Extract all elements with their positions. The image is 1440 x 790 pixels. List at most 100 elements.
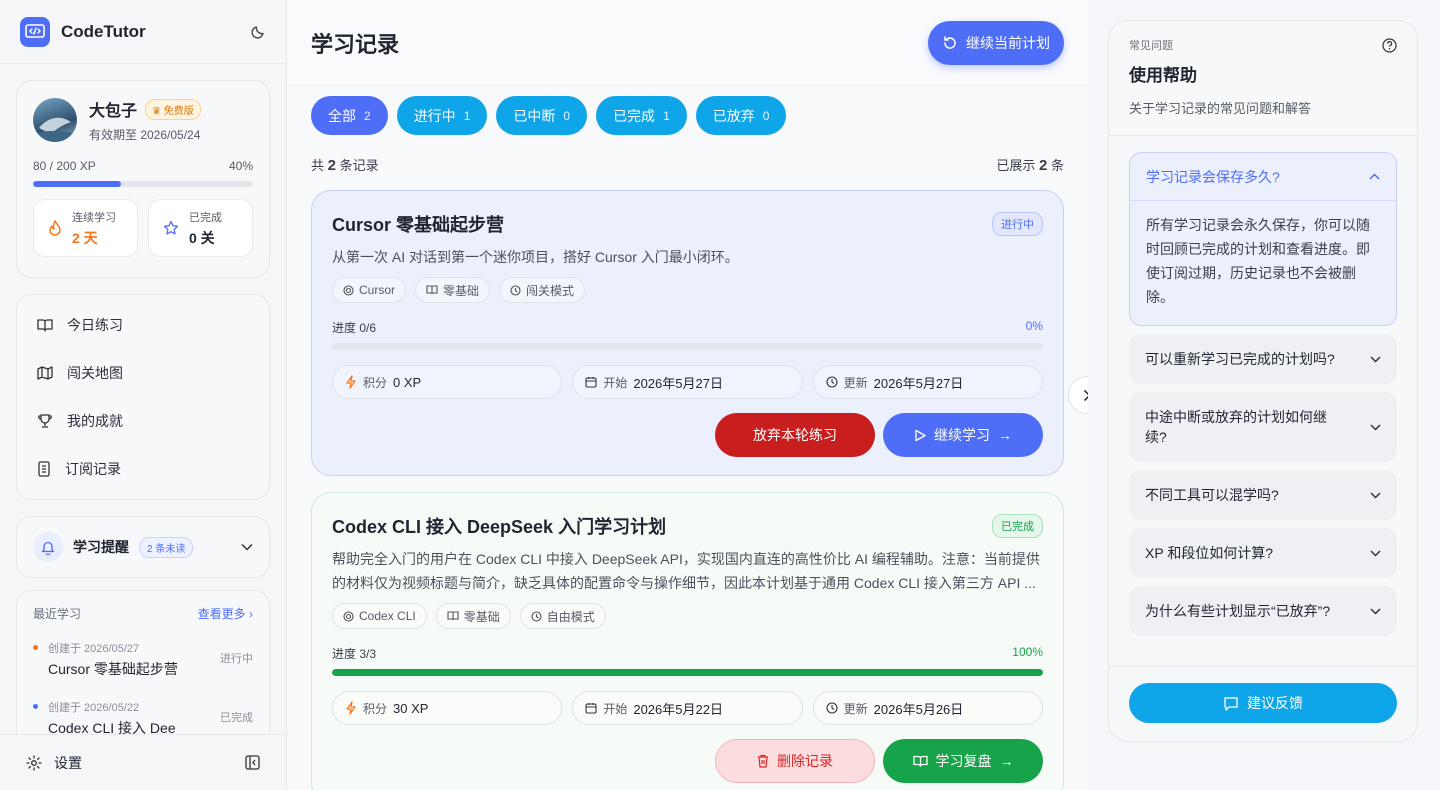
- filter-count: 1: [463, 108, 471, 123]
- help-subtitle: 常见问题: [1129, 40, 1173, 52]
- faq-item[interactable]: 可以重新学习已完成的计划吗?: [1129, 334, 1397, 384]
- continue-learning-label: 继续学习: [934, 427, 990, 443]
- lightning-icon: [345, 375, 357, 389]
- sidebar-nav: 今日练习 闯关地图 我的成就 订阅记录: [16, 294, 270, 500]
- plan-description: 帮助完全入门的用户在 Codex CLI 中接入 DeepSeek API，实现…: [332, 551, 1040, 591]
- help-panel-wrapper: 常见问题 使用帮助 关于学习记录的常见问题和解答 学习记录会保存多久? 所有学习…: [1088, 0, 1440, 790]
- review-button[interactable]: 学习复盘 →: [883, 739, 1043, 783]
- filter-label: 已中断: [513, 107, 556, 124]
- meta-value: 2026年5月22日: [633, 701, 723, 717]
- filter-completed[interactable]: 已完成 1: [596, 96, 687, 135]
- profile-card: 大包子 ♛ 免费版 有效期至 2026/05/24 80 / 200 XP 40…: [16, 80, 270, 278]
- recent-item-title: Cursor 零基础起步营: [48, 661, 178, 677]
- reminder-toggle[interactable]: 学习提醒 2 条未读: [16, 516, 270, 578]
- abandon-label: 放弃本轮练习: [753, 427, 837, 443]
- meta-label: 积分: [363, 375, 388, 390]
- theme-toggle-moon-icon[interactable]: [250, 24, 266, 40]
- plan-title: Codex CLI 接入 DeepSeek 入门学习计划: [332, 517, 667, 537]
- status-dot: [33, 704, 38, 709]
- reminder-label: 学习提醒: [73, 539, 129, 555]
- avatar[interactable]: [33, 98, 77, 142]
- continue-learning-button[interactable]: 继续学习 →: [883, 413, 1043, 457]
- stat-completed: 已完成 0 关: [148, 199, 253, 257]
- filter-count: 0: [762, 108, 770, 123]
- shown-num: 2: [1039, 157, 1048, 174]
- chevron-down-icon: [1370, 423, 1381, 431]
- delete-record-button[interactable]: 删除记录: [715, 739, 875, 783]
- filter-label: 已完成: [613, 107, 656, 124]
- filter-interrupted[interactable]: 已中断 0: [496, 96, 588, 135]
- faq-item[interactable]: 为什么有些计划显示“已放弃”?: [1129, 586, 1397, 636]
- chevron-down-icon: [1370, 607, 1381, 615]
- stat-streak-label: 连续学习: [72, 211, 116, 224]
- sidebar-item-achievements[interactable]: 我的成就: [17, 397, 269, 445]
- target-icon: [343, 610, 354, 622]
- help-panel: 常见问题 使用帮助 关于学习记录的常见问题和解答 学习记录会保存多久? 所有学习…: [1108, 20, 1418, 742]
- xp-percent: 40%: [228, 159, 253, 173]
- filter-count: 0: [563, 108, 571, 123]
- faq-item[interactable]: XP 和段位如何计算?: [1129, 528, 1397, 578]
- meta-value: 2026年5月27日: [873, 375, 964, 391]
- filter-label: 进行中: [413, 107, 456, 124]
- collapse-sidebar-icon[interactable]: [245, 755, 260, 770]
- lightning-icon: [345, 701, 357, 715]
- sidebar-item-today[interactable]: 今日练习: [17, 301, 269, 349]
- view-more-link[interactable]: 查看更多 ›: [198, 605, 253, 622]
- total-pre: 共: [311, 158, 325, 173]
- xp-progress-fill: [33, 181, 121, 187]
- plan-tag: Cursor: [332, 277, 407, 303]
- meta-update: 更新 2026年5月27日: [812, 365, 1043, 399]
- expire-date: 有效期至 2026/05/24: [89, 128, 201, 142]
- book-icon: [447, 611, 459, 621]
- book-open-icon: [912, 755, 928, 768]
- sidebar-item-map[interactable]: 闯关地图: [17, 349, 269, 397]
- meta-value: 30 XP: [393, 700, 429, 716]
- sidebar-item-label: 今日练习: [67, 317, 123, 333]
- plan-tag: 自由模式: [519, 603, 606, 629]
- faq-item[interactable]: 不同工具可以混学吗?: [1129, 470, 1397, 520]
- faq-item-open[interactable]: 学习记录会保存多久? 所有学习记录会永久保存，你可以随时回顾已完成的计划和查看进…: [1129, 152, 1397, 326]
- settings-link[interactable]: 设置: [54, 753, 82, 773]
- expand-panel-button[interactable]: [1068, 376, 1088, 414]
- sidebar: CodeTutor 大包子 ♛ 免费版 有效期至 2026/05/24 80 /…: [0, 0, 287, 790]
- filter-all[interactable]: 全部 2: [311, 96, 388, 135]
- feedback-button[interactable]: 建议反馈: [1129, 683, 1397, 723]
- recent-item[interactable]: 创建于 2026/05/27 Cursor 零基础起步营 进行中: [33, 640, 253, 679]
- meta-value: 0 XP: [393, 374, 422, 390]
- meta-start: 开始 2026年5月27日: [572, 365, 803, 399]
- status-badge: 已完成: [992, 514, 1043, 538]
- continue-plan-button[interactable]: 继续当前计划: [928, 20, 1064, 65]
- plan-tag-label: 闯关模式: [526, 283, 575, 298]
- view-more-label: 查看更多: [197, 607, 246, 621]
- status-dot: [33, 645, 38, 650]
- star-icon: [163, 220, 179, 236]
- plan-tag: 闯关模式: [499, 277, 586, 303]
- stat-completed-label: 已完成: [189, 211, 222, 224]
- faq-question: 中途中断或放弃的计划如何继续?: [1145, 409, 1327, 445]
- help-title: 使用帮助: [1129, 66, 1197, 85]
- abandon-button[interactable]: 放弃本轮练习: [715, 413, 875, 457]
- meta-label: 更新: [843, 701, 868, 716]
- filter-count: 2: [364, 108, 371, 123]
- recent-learning: 最近学习 查看更多 › 创建于 2026/05/27 Cursor 零基础起步营 …: [16, 590, 270, 750]
- recent-item[interactable]: 创建于 2026/05/22 Codex CLI 接入 Dee 已完成: [33, 699, 253, 738]
- book-icon: [37, 318, 53, 332]
- filter-abandoned[interactable]: 已放弃 0: [695, 96, 787, 135]
- question-circle-icon[interactable]: [1382, 38, 1397, 53]
- status-filters: 全部 2 进行中 1 已中断 0 已完成 1 已放弃 0: [287, 86, 1088, 135]
- plan-tag-label: 零基础: [463, 609, 500, 624]
- meta-value: 2026年5月27日: [633, 375, 723, 391]
- sidebar-item-subscription[interactable]: 订阅记录: [17, 445, 269, 493]
- faq-item[interactable]: 中途中断或放弃的计划如何继续?: [1129, 392, 1397, 462]
- meta-update: 更新 2026年5月26日: [812, 691, 1043, 725]
- plan-card[interactable]: Codex CLI 接入 DeepSeek 入门学习计划 已完成 帮助完全入门的…: [311, 492, 1064, 790]
- feedback-label: 建议反馈: [1247, 695, 1303, 711]
- plan-tag-label: 零基础: [443, 283, 480, 298]
- chevron-down-icon: [1370, 549, 1381, 557]
- progress-fill: [332, 669, 1043, 676]
- progress-percent: 0%: [1025, 319, 1043, 333]
- gear-icon[interactable]: [26, 754, 42, 771]
- filter-in-progress[interactable]: 进行中 1: [396, 96, 488, 135]
- app-name: CodeTutor: [61, 21, 146, 41]
- plan-card[interactable]: Cursor 零基础起步营 进行中 从第一次 AI 对话到第一个迷你项目，搭好 …: [311, 190, 1064, 476]
